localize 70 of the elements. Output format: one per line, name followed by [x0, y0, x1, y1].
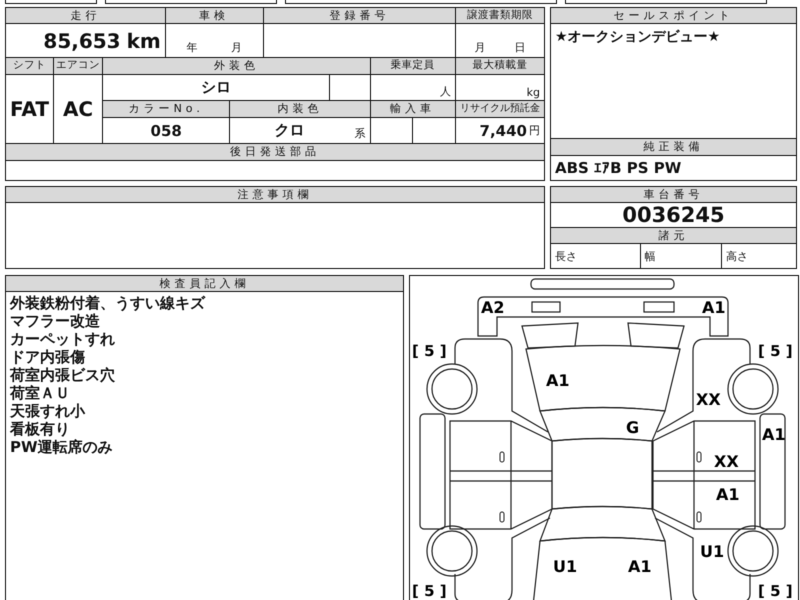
mileage-unit: km [126, 28, 161, 52]
door-handle-icon [500, 512, 504, 522]
year-unit: 年 [186, 40, 198, 55]
yen-unit: 円 [529, 123, 540, 138]
door-handle-icon [696, 512, 702, 522]
mileage-label: 走行 [6, 8, 165, 23]
capacity-label: 乗車定員 [370, 58, 455, 74]
interior-color-label: 内装色 [230, 101, 370, 117]
door-handle-icon [696, 452, 702, 462]
damage-code: U1 [700, 542, 724, 561]
month-unit: 月 [474, 40, 486, 55]
day-unit: 日 [514, 40, 526, 55]
damage-code: A1 [762, 425, 786, 444]
later-parts-label: 後日発送部品 [6, 144, 544, 160]
sale-points-label: セールスポイント [551, 8, 796, 23]
inspector-note: 荷室内張ビス穴 [10, 366, 115, 384]
spec-label: 幅 [644, 248, 656, 264]
shift-label: シフト [6, 58, 54, 74]
inspector-note: PW運転席のみ [10, 438, 113, 456]
tire-tread-mark: [ 5 ] [758, 342, 793, 360]
tire-tread-mark: [ 5 ] [758, 582, 793, 600]
max-load-unit: kg [526, 86, 540, 99]
interior-color-value: クロ [274, 121, 305, 140]
exterior-color-label: 外装色 [103, 58, 370, 74]
damage-code: A2 [481, 298, 505, 317]
transfer-deadline-label: 譲渡書類期限 [456, 8, 544, 23]
recycling-fee-label: リサイクル預託金 [456, 101, 544, 117]
spec-label: 長さ [555, 248, 577, 264]
standard-equipment-label: 純正装備 [551, 139, 796, 155]
chassis-number-value: 0036245 [622, 203, 725, 227]
damage-code: A1 [716, 485, 740, 504]
sale-points-text: ★オークションデビュー★ [555, 28, 720, 46]
interior-color-suffix: 系 [354, 126, 366, 142]
damage-code: A1 [546, 371, 570, 390]
tire-tread-mark: [ 5 ] [412, 342, 447, 360]
damage-code: A1 [628, 557, 652, 576]
imported-label: 輸入車 [370, 101, 455, 117]
inspector-notes-label: 検査員記入欄 [6, 276, 403, 291]
color-number-value: 058 [150, 122, 182, 140]
shift-value: FAT [10, 97, 49, 121]
damage-code: G [626, 418, 640, 437]
inspector-note: 荷室ＡＵ [10, 384, 70, 402]
max-load-label: 最大積載量 [456, 58, 544, 74]
damage-code: XX [714, 452, 739, 471]
registration-label: 登録番号 [264, 8, 455, 23]
damage-code: U1 [553, 557, 578, 576]
damage-code: XX [696, 390, 721, 409]
aircon-value: AC [62, 97, 94, 121]
inspector-note: カーペットすれ [10, 330, 115, 348]
inspection-label: 車検 [166, 8, 263, 23]
color-number-label: カラーNo. [103, 101, 230, 117]
inspector-note: 外装鉄粉付着、うすい線キズ [10, 294, 205, 312]
specs-label: 諸元 [551, 228, 796, 243]
chassis-number-label: 車台番号 [551, 187, 796, 202]
aircon-label: エアコン [54, 58, 102, 74]
capacity-unit: 人 [440, 84, 451, 99]
notes-label: 注意事項欄 [6, 187, 544, 202]
month-unit: 月 [230, 40, 242, 55]
recycling-fee-value: 7,440 [480, 122, 527, 140]
spec-label: 高さ [726, 248, 748, 264]
inspector-note: 看板有り [10, 420, 70, 438]
tire-tread-mark: [ 5 ] [412, 582, 447, 600]
mileage-value: 85,653 [43, 28, 121, 52]
damage-code: A1 [702, 298, 726, 317]
standard-equipment-value: ABS ｴｱB PS PW [555, 159, 682, 177]
door-handle-icon [500, 452, 504, 462]
inspector-note: ドア内張傷 [10, 348, 85, 366]
inspector-note: マフラー改造 [10, 312, 100, 330]
inspector-note: 天張すれ小 [10, 402, 85, 420]
exterior-color-value: シロ [201, 78, 232, 97]
